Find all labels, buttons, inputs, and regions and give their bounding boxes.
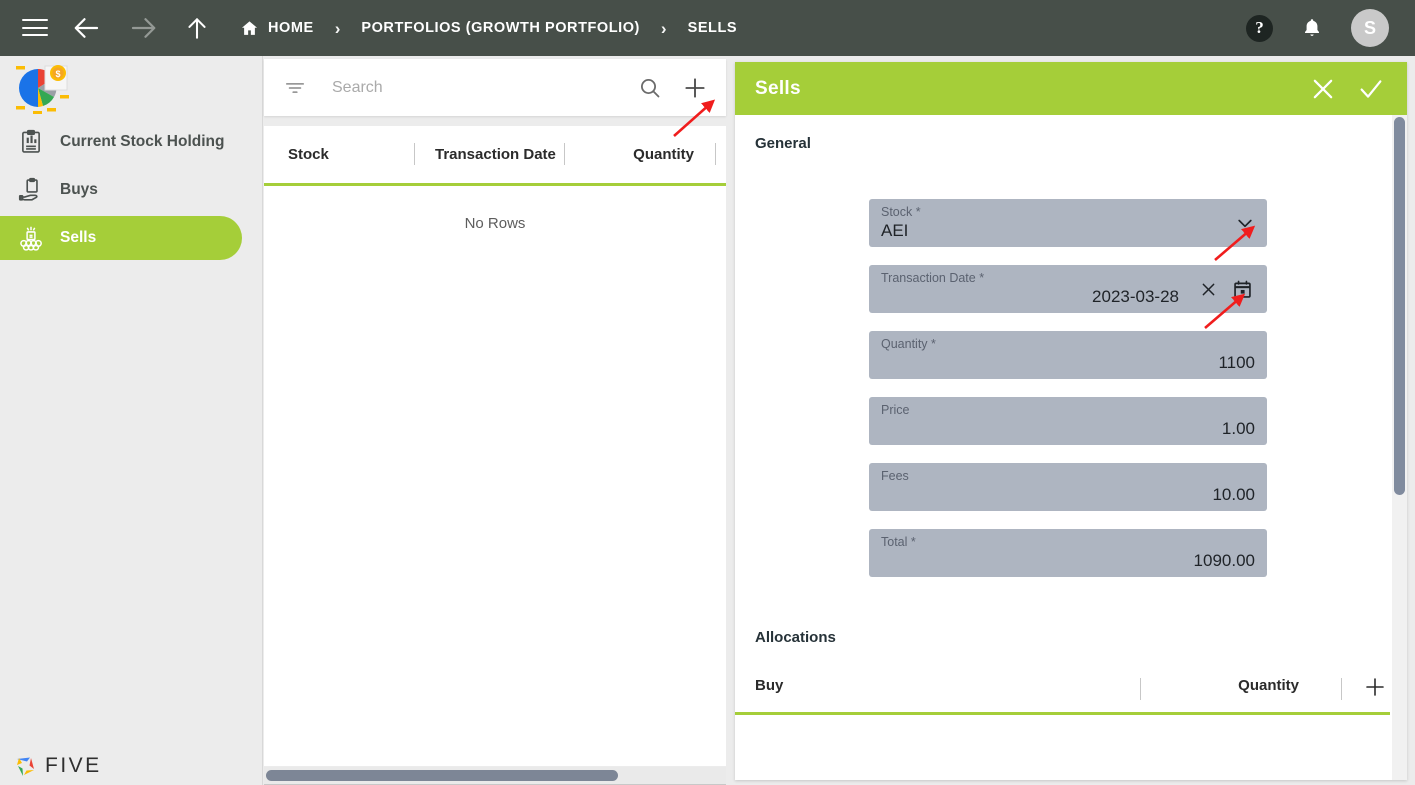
app-root: HOME › PORTFOLIOS (GROWTH PORTFOLIO) › S… xyxy=(0,0,1415,785)
sidebar-item-current-stock-holding[interactable]: Current Stock Holding xyxy=(0,120,263,164)
hand-clipboard-icon xyxy=(14,174,48,206)
breadcrumb: HOME › PORTFOLIOS (GROWTH PORTFOLIO) › S… xyxy=(240,19,737,38)
breadcrumb-item-sells[interactable]: SELLS xyxy=(688,20,737,36)
detail-panel-title: Sells xyxy=(755,77,801,99)
bell-icon[interactable] xyxy=(1301,16,1323,40)
chevron-down-icon[interactable] xyxy=(1235,213,1255,233)
field-value-fees: 10.00 xyxy=(1212,485,1255,504)
list-panel: Stock Transaction Date Quantity No Rows xyxy=(263,56,728,785)
add-record-plus-icon[interactable] xyxy=(682,75,708,101)
breadcrumb-label-sells: SELLS xyxy=(687,20,738,36)
top-bar-actions: ? S xyxy=(1246,9,1389,47)
section-title-general: General xyxy=(755,135,811,152)
breadcrumb-item-portfolios[interactable]: PORTFOLIOS (GROWTH PORTFOLIO) xyxy=(361,20,640,36)
help-icon[interactable]: ? xyxy=(1246,14,1273,42)
clipboard-chart-icon xyxy=(14,126,48,158)
close-icon[interactable] xyxy=(1309,75,1337,103)
allocations-column-header-buy[interactable]: Buy xyxy=(755,677,783,694)
list-horizontal-scrollbar[interactable] xyxy=(264,767,726,784)
field-value-quantity: 1100 xyxy=(1218,353,1255,372)
breadcrumb-separator-2: › xyxy=(660,18,667,38)
money-stack-icon xyxy=(14,222,48,254)
section-title-allocations: Allocations xyxy=(755,629,836,646)
back-arrow-icon[interactable] xyxy=(70,11,104,45)
check-icon[interactable] xyxy=(1357,75,1385,103)
sidebar-item-label-buys: Buys xyxy=(60,181,98,198)
field-transaction-date[interactable]: Transaction Date * 2023-03-28 xyxy=(869,265,1267,313)
list-grid-header: Stock Transaction Date Quantity xyxy=(264,126,726,186)
column-divider-1[interactable] xyxy=(414,143,415,165)
portfolio-pie-logo-icon: $ xyxy=(12,62,72,115)
allocations-add-plus-icon[interactable] xyxy=(1363,675,1387,704)
field-quantity[interactable]: Quantity * 1100 xyxy=(869,331,1267,379)
up-arrow-icon[interactable] xyxy=(180,11,214,45)
field-label-total: Total * xyxy=(881,535,916,549)
column-divider-2[interactable] xyxy=(564,143,565,165)
breadcrumb-label-portfolios: PORTFOLIOS (GROWTH PORTFOLIO) xyxy=(361,20,640,36)
field-value-price: 1.00 xyxy=(1221,419,1255,438)
field-label-price: Price xyxy=(881,403,910,417)
five-mark-icon xyxy=(12,752,40,780)
detail-panel: Sells General Stock * AEI Transaction Da… xyxy=(735,62,1407,780)
field-label-fees: Fees xyxy=(881,469,909,483)
allocations-column-divider-2[interactable] xyxy=(1341,678,1342,700)
sidebar-item-sells[interactable]: Sells xyxy=(0,216,242,260)
column-header-quantity[interactable]: Quantity xyxy=(584,126,694,183)
field-label-transaction-date: Transaction Date * xyxy=(881,271,985,285)
search-input[interactable] xyxy=(332,78,638,97)
five-brand-label: FIVE xyxy=(45,754,102,777)
field-value-stock: AEI xyxy=(881,221,909,240)
sidebar: $ Current Stock Holding Buys Sells FIVE xyxy=(0,56,263,785)
list-horizontal-scrollbar-thumb[interactable] xyxy=(266,770,618,781)
breadcrumb-label-home: HOME xyxy=(268,20,314,36)
detail-panel-body: General Stock * AEI Transaction Date * 2… xyxy=(735,115,1407,780)
five-brand-logo: FIVE xyxy=(12,752,102,780)
field-stock[interactable]: Stock * AEI xyxy=(869,199,1267,247)
field-fees[interactable]: Fees 10.00 xyxy=(869,463,1267,511)
forward-arrow-icon[interactable] xyxy=(126,11,160,45)
home-icon xyxy=(240,19,259,38)
detail-vertical-scrollbar[interactable] xyxy=(1392,115,1407,780)
field-value-total: 1090.00 xyxy=(1193,551,1255,570)
allocations-column-divider-1[interactable] xyxy=(1140,678,1141,700)
empty-state-message: No Rows xyxy=(464,215,526,232)
allocations-column-header-quantity[interactable]: Quantity xyxy=(1205,677,1299,694)
column-header-stock[interactable]: Stock xyxy=(288,126,329,183)
clear-date-close-icon[interactable] xyxy=(1199,280,1218,304)
sidebar-nav: Current Stock Holding Buys Sells xyxy=(0,120,263,264)
hamburger-menu-icon[interactable] xyxy=(22,19,48,37)
field-value-transaction-date: 2023-03-28 xyxy=(1092,287,1179,306)
breadcrumb-item-home[interactable]: HOME xyxy=(240,19,314,38)
transaction-date-affix xyxy=(1199,279,1253,305)
allocations-grid-body xyxy=(735,718,1390,780)
calendar-icon[interactable] xyxy=(1232,279,1253,305)
filter-icon[interactable] xyxy=(284,77,306,99)
detail-vertical-scrollbar-thumb[interactable] xyxy=(1394,117,1405,495)
search-bar xyxy=(264,59,726,116)
field-price[interactable]: Price 1.00 xyxy=(869,397,1267,445)
detail-panel-header: Sells xyxy=(735,62,1407,115)
sidebar-item-label-sells: Sells xyxy=(60,229,97,246)
field-label-stock: Stock * xyxy=(881,205,921,219)
search-icon[interactable] xyxy=(638,76,662,100)
avatar[interactable]: S xyxy=(1351,9,1389,47)
sidebar-item-label-current-stock-holding: Current Stock Holding xyxy=(60,133,225,150)
sidebar-item-buys[interactable]: Buys xyxy=(0,168,263,212)
list-grid-body: No Rows xyxy=(264,186,726,766)
column-divider-3[interactable] xyxy=(715,143,716,165)
column-header-transaction-date[interactable]: Transaction Date xyxy=(435,126,556,183)
svg-text:$: $ xyxy=(55,69,60,79)
detail-panel-actions xyxy=(1309,75,1385,103)
breadcrumb-separator-1: › xyxy=(334,18,341,38)
top-app-bar: HOME › PORTFOLIOS (GROWTH PORTFOLIO) › S… xyxy=(0,0,1415,56)
field-total[interactable]: Total * 1090.00 xyxy=(869,529,1267,577)
field-label-quantity: Quantity * xyxy=(881,337,936,351)
allocations-grid-header: Buy Quantity xyxy=(735,665,1390,715)
